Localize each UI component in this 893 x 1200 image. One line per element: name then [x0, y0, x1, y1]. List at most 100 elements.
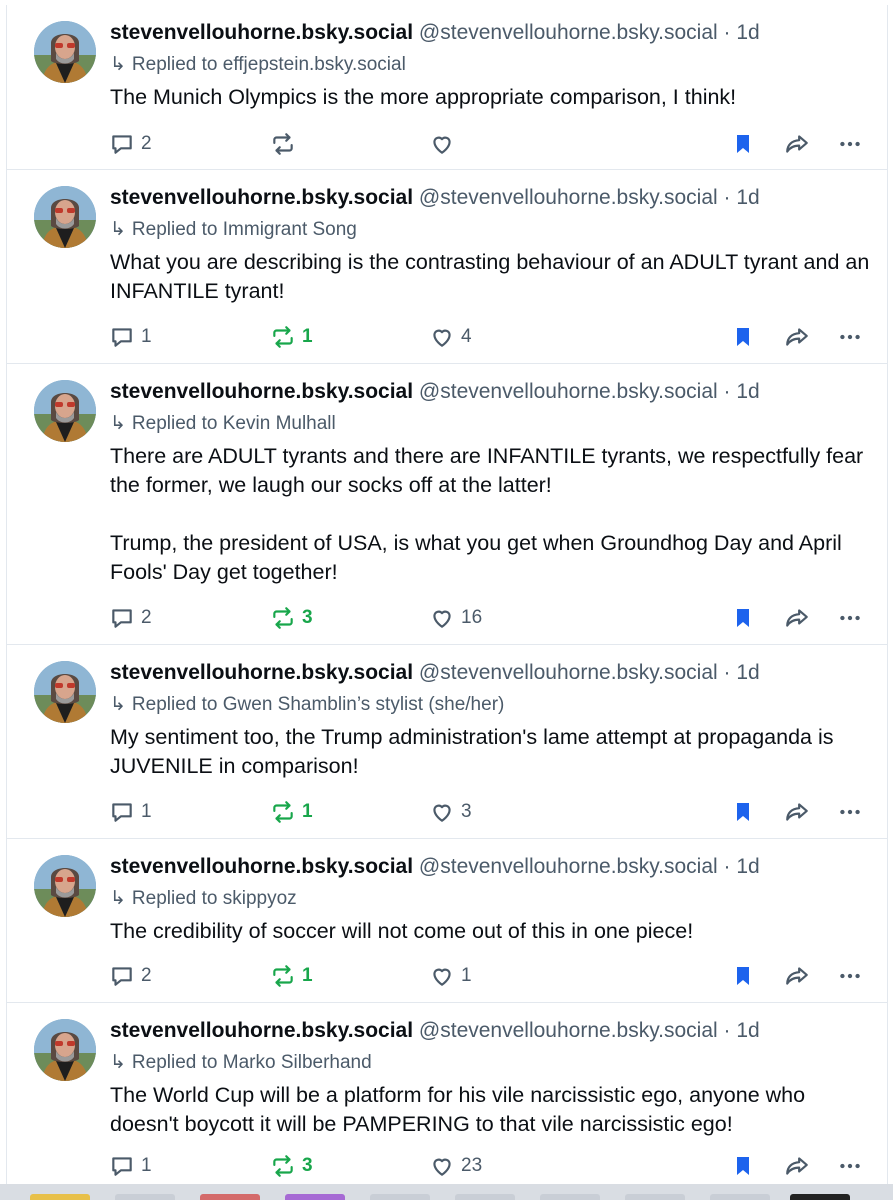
- taskbar-app-icon[interactable]: [285, 1194, 345, 1200]
- post-timestamp[interactable]: 1d: [736, 186, 759, 209]
- avatar[interactable]: [34, 661, 96, 723]
- taskbar-app-icon[interactable]: [30, 1194, 90, 1200]
- author-handle[interactable]: @stevenvellouhorne.bsky.social: [419, 21, 718, 44]
- repost-button[interactable]: 3: [270, 1149, 313, 1183]
- like-button[interactable]: 23: [429, 1149, 482, 1183]
- like-button[interactable]: 3: [429, 795, 472, 829]
- heart-icon: [429, 324, 455, 350]
- post-item[interactable]: stevenvellouhorne.bsky.social @stevenvel…: [7, 839, 887, 1003]
- reply-button[interactable]: 1: [109, 795, 152, 829]
- like-count: 23: [461, 1155, 483, 1176]
- taskbar-app-icon[interactable]: [710, 1194, 770, 1200]
- author-handle[interactable]: @stevenvellouhorne.bsky.social: [419, 855, 718, 878]
- share-button[interactable]: [783, 320, 811, 354]
- author-handle[interactable]: @stevenvellouhorne.bsky.social: [419, 1019, 718, 1042]
- post-header: stevenvellouhorne.bsky.social @stevenvel…: [110, 186, 760, 210]
- more-options-button[interactable]: [836, 601, 864, 635]
- reply-button[interactable]: 1: [109, 320, 152, 354]
- reply-context[interactable]: ↳ Replied to skippyoz: [110, 887, 297, 911]
- post-timestamp[interactable]: 1d: [736, 1019, 759, 1042]
- reply-button[interactable]: 1: [109, 1149, 152, 1183]
- taskbar-strip: [0, 1184, 893, 1200]
- post-timestamp[interactable]: 1d: [736, 21, 759, 44]
- like-button[interactable]: 4: [429, 320, 472, 354]
- bookmark-button[interactable]: [731, 959, 755, 993]
- share-button[interactable]: [783, 959, 811, 993]
- repost-count: 1: [302, 326, 313, 347]
- like-button[interactable]: 1: [429, 959, 472, 993]
- taskbar-app-icon[interactable]: [455, 1194, 515, 1200]
- ellipsis-icon: [836, 963, 864, 989]
- author-display-name[interactable]: stevenvellouhorne.bsky.social: [110, 186, 413, 209]
- more-options-button[interactable]: [836, 1149, 864, 1183]
- more-options-button[interactable]: [836, 795, 864, 829]
- reply-arrow-icon: ↳: [110, 413, 126, 434]
- bookmark-button[interactable]: [731, 795, 755, 829]
- post-actions: 1 3 23: [7, 1149, 887, 1183]
- taskbar-app-icon[interactable]: [200, 1194, 260, 1200]
- taskbar-app-icon[interactable]: [790, 1194, 850, 1200]
- more-options-button[interactable]: [836, 959, 864, 993]
- more-options-button[interactable]: [836, 127, 864, 161]
- author-handle[interactable]: @stevenvellouhorne.bsky.social: [419, 661, 718, 684]
- reply-button[interactable]: 2: [109, 959, 152, 993]
- heart-icon: [429, 1153, 455, 1179]
- post-item[interactable]: stevenvellouhorne.bsky.social @stevenvel…: [7, 170, 887, 364]
- like-count: 4: [461, 326, 472, 347]
- reply-to-label: Replied to skippyoz: [131, 888, 297, 909]
- taskbar-app-icon[interactable]: [370, 1194, 430, 1200]
- author-handle[interactable]: @stevenvellouhorne.bsky.social: [419, 186, 718, 209]
- taskbar-app-icon[interactable]: [540, 1194, 600, 1200]
- avatar[interactable]: [34, 855, 96, 917]
- post-item[interactable]: stevenvellouhorne.bsky.social @stevenvel…: [7, 364, 887, 645]
- like-button[interactable]: 16: [429, 601, 482, 635]
- reply-context[interactable]: ↳ Replied to Kevin Mulhall: [110, 412, 336, 436]
- separator-dot: ·: [723, 855, 731, 878]
- heart-icon: [429, 131, 455, 157]
- avatar[interactable]: [34, 186, 96, 248]
- author-display-name[interactable]: stevenvellouhorne.bsky.social: [110, 380, 413, 403]
- reply-count: 2: [141, 133, 152, 154]
- avatar[interactable]: [34, 380, 96, 442]
- bookmark-button[interactable]: [731, 320, 755, 354]
- share-button[interactable]: [783, 1149, 811, 1183]
- avatar[interactable]: [34, 21, 96, 83]
- taskbar-app-icon[interactable]: [625, 1194, 685, 1200]
- author-display-name[interactable]: stevenvellouhorne.bsky.social: [110, 855, 413, 878]
- reply-context[interactable]: ↳ Replied to Gwen Shamblin’s stylist (she…: [110, 693, 504, 717]
- repost-button[interactable]: [270, 127, 302, 161]
- like-button[interactable]: [429, 127, 461, 161]
- heart-icon: [429, 963, 455, 989]
- repost-button[interactable]: 1: [270, 795, 313, 829]
- share-button[interactable]: [783, 601, 811, 635]
- author-display-name[interactable]: stevenvellouhorne.bsky.social: [110, 1019, 413, 1042]
- repost-arrows-icon: [270, 963, 296, 989]
- bookmark-button[interactable]: [731, 127, 755, 161]
- reply-context[interactable]: ↳ Replied to effjepstein.bsky.social: [110, 53, 406, 77]
- share-button[interactable]: [783, 127, 811, 161]
- post-header: stevenvellouhorne.bsky.social @stevenvel…: [110, 21, 760, 45]
- reply-button[interactable]: 2: [109, 127, 152, 161]
- bookmark-button[interactable]: [731, 1149, 755, 1183]
- author-display-name[interactable]: stevenvellouhorne.bsky.social: [110, 21, 413, 44]
- separator-dot: ·: [723, 661, 731, 684]
- more-options-button[interactable]: [836, 320, 864, 354]
- bookmark-button[interactable]: [731, 601, 755, 635]
- post-timestamp[interactable]: 1d: [736, 380, 759, 403]
- post-timestamp[interactable]: 1d: [736, 661, 759, 684]
- author-display-name[interactable]: stevenvellouhorne.bsky.social: [110, 661, 413, 684]
- reply-context[interactable]: ↳ Replied to Marko Silberhand: [110, 1051, 372, 1075]
- share-button[interactable]: [783, 795, 811, 829]
- post-timestamp[interactable]: 1d: [736, 855, 759, 878]
- post-item[interactable]: stevenvellouhorne.bsky.social @stevenvel…: [7, 1003, 887, 1184]
- post-item[interactable]: stevenvellouhorne.bsky.social @stevenvel…: [7, 5, 887, 170]
- taskbar-app-icon[interactable]: [115, 1194, 175, 1200]
- repost-button[interactable]: 1: [270, 320, 313, 354]
- repost-button[interactable]: 3: [270, 601, 313, 635]
- reply-button[interactable]: 2: [109, 601, 152, 635]
- author-handle[interactable]: @stevenvellouhorne.bsky.social: [419, 380, 718, 403]
- avatar[interactable]: [34, 1019, 96, 1081]
- reply-context[interactable]: ↳ Replied to Immigrant Song: [110, 218, 357, 242]
- repost-button[interactable]: 1: [270, 959, 313, 993]
- post-item[interactable]: stevenvellouhorne.bsky.social @stevenvel…: [7, 645, 887, 839]
